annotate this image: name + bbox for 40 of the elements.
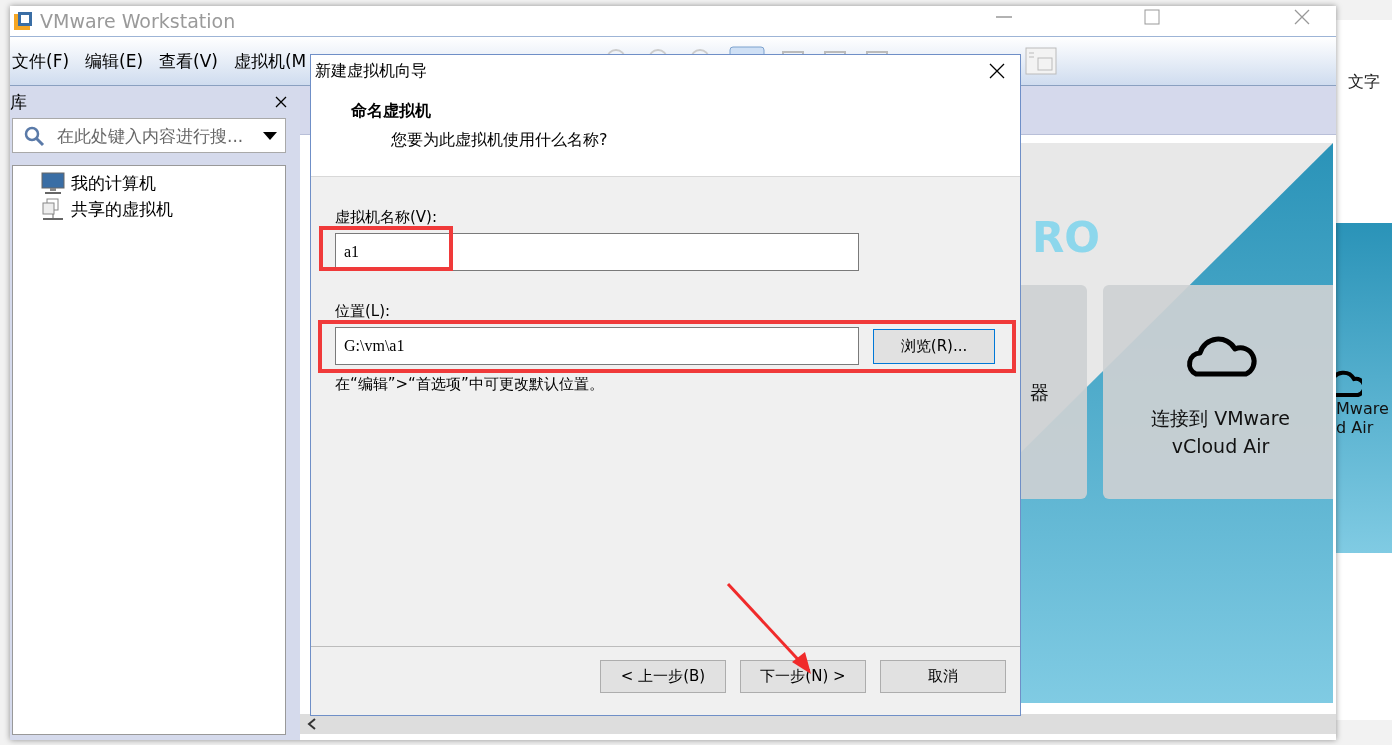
wizard-button[interactable]: 下一步(N) > xyxy=(740,659,866,693)
input-field[interactable]: G:\vm\a1 xyxy=(335,327,859,365)
scroll-left-icon xyxy=(306,717,318,731)
shared-vm-icon xyxy=(41,198,65,220)
menu-item[interactable]: 编辑(E) xyxy=(85,49,144,73)
input-field[interactable]: a1 xyxy=(335,233,859,271)
search-icon xyxy=(23,124,45,147)
wizard-button[interactable]: 取消 xyxy=(880,659,1006,693)
card-label: 器 xyxy=(1030,380,1049,405)
toolbar-label: 文字 xyxy=(1348,72,1381,93)
step-heading: 命名虚拟机 xyxy=(351,101,432,122)
card-label: d Air xyxy=(1336,418,1374,437)
tree-item[interactable]: 共享的虚拟机 xyxy=(71,197,173,221)
scroll-bar[interactable] xyxy=(300,714,1336,734)
field-label: 位置(L): xyxy=(335,303,391,319)
maximize-icon xyxy=(1142,7,1162,27)
tree-item[interactable]: 我的计算机 xyxy=(71,171,156,195)
minimize-icon xyxy=(996,16,1012,18)
browse-button[interactable]: 浏览(R)... xyxy=(873,328,995,364)
window-title: VMware Workstation xyxy=(40,10,236,32)
hint-text: 在“编辑”>“首选项”中可更改默认位置。 xyxy=(335,375,605,394)
menu-item[interactable]: 虚拟机(M xyxy=(233,49,307,73)
menu-item[interactable]: 文件(F) xyxy=(12,49,70,73)
card-label: 连接到 VMware vCloud Air xyxy=(1150,406,1291,459)
menu-item[interactable]: 查看(V) xyxy=(159,49,218,73)
computer-icon xyxy=(41,172,65,194)
dropdown-caret-icon xyxy=(263,130,277,141)
field-label: 虚拟机名称(V): xyxy=(335,209,438,225)
wizard-button[interactable]: < 上一步(B) xyxy=(600,659,726,693)
card[interactable]: 连接到 VMware vCloud Air xyxy=(1103,285,1333,499)
card-label: Mware xyxy=(1336,399,1389,418)
close-icon xyxy=(1292,7,1312,27)
step-description: 您要为此虚拟机使用什么名称? xyxy=(390,130,609,151)
close-icon xyxy=(988,62,1006,80)
search-field[interactable]: 在此处键入内容进行搜... xyxy=(12,118,286,153)
dialog-title: 新建虚拟机向导 xyxy=(315,60,427,82)
window-icon xyxy=(1024,45,1059,77)
panel-title: 库 xyxy=(10,90,27,114)
logo-text: RO xyxy=(1032,213,1101,262)
close-icon xyxy=(274,95,288,109)
